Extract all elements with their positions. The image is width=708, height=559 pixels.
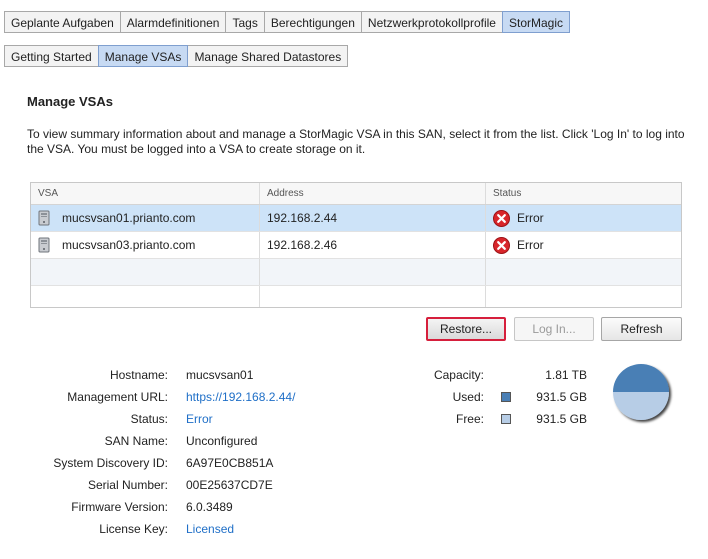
column-header-status[interactable]: Status [486, 183, 681, 204]
vsa-name: mucsvsan03.prianto.com [62, 238, 196, 252]
column-header-vsa[interactable]: VSA [31, 183, 260, 204]
pie-slice-free [613, 392, 669, 420]
server-icon [38, 210, 50, 226]
page-title: Manage VSAs [27, 94, 113, 109]
used-label: Used: [452, 390, 484, 404]
management-url-link[interactable]: https://192.168.2.44/ [186, 390, 295, 404]
status-text: Error [517, 211, 544, 225]
sub-tab-bar: Getting Started Manage VSAs Manage Share… [4, 45, 349, 67]
license-key-label: License Key: [99, 522, 168, 536]
tab-netzwerkprotokollprofile[interactable]: Netzwerkprotokollprofile [360, 11, 503, 33]
empty-cell [486, 259, 681, 285]
vsa-cell: mucsvsan03.prianto.com [31, 232, 260, 258]
used-swatch [501, 392, 511, 402]
free-value: 931.5 GB [536, 412, 587, 426]
status-cell: Error [486, 232, 681, 258]
empty-row [31, 259, 681, 286]
system-discovery-id-value: 6A97E0CB851A [186, 456, 274, 470]
firmware-version-label: Firmware Version: [71, 500, 168, 514]
tab-stormagic[interactable]: StorMagic [501, 11, 571, 33]
empty-cell [260, 286, 486, 307]
firmware-version-value: 6.0.3489 [186, 500, 233, 514]
capacity-pie-chart [613, 364, 669, 420]
capacity-label: Capacity: [433, 368, 484, 382]
error-icon [493, 236, 510, 254]
serial-number-label: Serial Number: [87, 478, 168, 492]
table-row[interactable]: mucsvsan01.prianto.com 192.168.2.44 Erro… [31, 205, 681, 232]
serial-number-value: 00E25637CD7E [186, 478, 273, 492]
table-header: VSA Address Status [31, 183, 681, 205]
system-discovery-id-label: System Discovery ID: [53, 456, 168, 470]
address-cell: 192.168.2.46 [260, 232, 486, 258]
free-swatch [501, 414, 511, 424]
status-label: Status: [130, 412, 168, 426]
server-icon [38, 237, 50, 253]
san-name-value: Unconfigured [186, 434, 258, 448]
tab-manage-shared-datastores[interactable]: Manage Shared Datastores [187, 45, 349, 67]
tab-alarmdefinitionen[interactable]: Alarmdefinitionen [119, 11, 227, 33]
empty-cell [31, 286, 260, 307]
capacity-value: 1.81 TB [545, 368, 587, 382]
restore-button[interactable]: Restore... [426, 317, 506, 341]
san-name-label: SAN Name: [104, 434, 168, 448]
status-link[interactable]: Error [186, 412, 213, 426]
empty-cell [486, 286, 681, 307]
log-in-button[interactable]: Log In... [514, 317, 594, 341]
hostname-label: Hostname: [109, 368, 168, 382]
page-description: To view summary information about and ma… [27, 127, 685, 156]
tab-getting-started[interactable]: Getting Started [4, 45, 99, 67]
column-header-address[interactable]: Address [260, 183, 486, 204]
tab-geplante-aufgaben[interactable]: Geplante Aufgaben [4, 11, 121, 33]
empty-cell [260, 259, 486, 285]
empty-cell [31, 259, 260, 285]
vsa-cell: mucsvsan01.prianto.com [31, 205, 260, 231]
used-value: 931.5 GB [536, 390, 587, 404]
error-icon [493, 209, 510, 227]
license-key-link[interactable]: Licensed [186, 522, 234, 536]
tab-tags[interactable]: Tags [225, 11, 265, 33]
status-text: Error [517, 238, 544, 252]
vsa-name: mucsvsan01.prianto.com [62, 211, 196, 225]
status-cell: Error [486, 205, 681, 231]
free-label: Free: [455, 412, 484, 426]
table-row[interactable]: mucsvsan03.prianto.com 192.168.2.46 Erro… [31, 232, 681, 259]
empty-row [31, 286, 681, 307]
refresh-button[interactable]: Refresh [601, 317, 682, 341]
tab-manage-vsas[interactable]: Manage VSAs [97, 45, 189, 67]
tab-berechtigungen[interactable]: Berechtigungen [263, 11, 362, 33]
hostname-value: mucsvsan01 [186, 368, 254, 382]
management-url-label: Management URL: [67, 390, 168, 404]
pie-slice-used [613, 364, 669, 392]
address-cell: 192.168.2.44 [260, 205, 486, 231]
top-tab-bar: Geplante Aufgaben Alarmdefinitionen Tags… [4, 11, 571, 33]
vsa-table: VSA Address Status mucsvsan01.prianto.co… [30, 182, 682, 308]
